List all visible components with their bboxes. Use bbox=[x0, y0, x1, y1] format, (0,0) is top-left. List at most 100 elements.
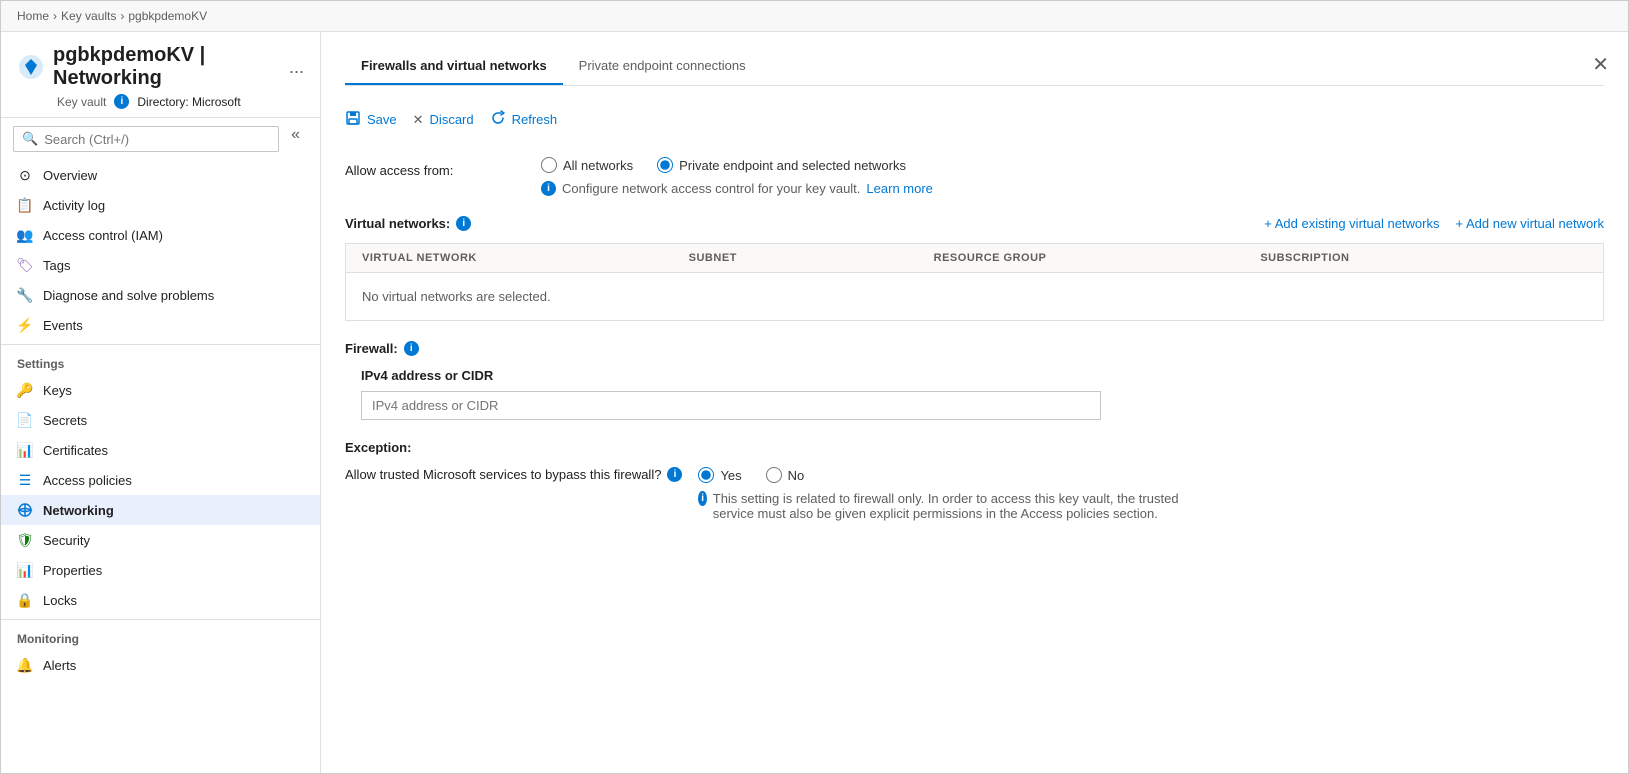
tab-bar: Firewalls and virtual networks Private e… bbox=[345, 48, 1604, 86]
discard-button[interactable]: ✕ Discard bbox=[413, 108, 474, 132]
save-button[interactable]: Save bbox=[345, 106, 397, 133]
add-new-vnet-link[interactable]: + Add new virtual network bbox=[1456, 216, 1605, 231]
exception-question-text: Allow trusted Microsoft services to bypa… bbox=[345, 467, 661, 482]
breadcrumb-keyvaults[interactable]: Key vaults bbox=[61, 9, 116, 23]
keys-icon: 🔑 bbox=[17, 382, 33, 398]
access-control-icon: 👥 bbox=[17, 227, 33, 243]
exception-note-icon: i bbox=[698, 491, 706, 506]
sidebar-item-label: Security bbox=[43, 533, 90, 548]
tab-firewalls[interactable]: Firewalls and virtual networks bbox=[345, 48, 563, 85]
resource-name: pgbkpdemoKV | Networking bbox=[53, 44, 281, 90]
sidebar-item-access-control[interactable]: 👥 Access control (IAM) bbox=[1, 220, 320, 250]
all-networks-radio[interactable] bbox=[541, 157, 557, 173]
settings-section-label: Settings bbox=[1, 344, 320, 375]
breadcrumb-resource[interactable]: pgbkpdemoKV bbox=[128, 9, 207, 23]
diagnose-icon: 🔧 bbox=[17, 287, 33, 303]
alerts-icon: 🔔 bbox=[17, 657, 33, 673]
private-selected-option[interactable]: Private endpoint and selected networks bbox=[657, 157, 906, 173]
ipv4-label: IPv4 address or CIDR bbox=[361, 368, 1604, 383]
sidebar-item-label: Certificates bbox=[43, 443, 108, 458]
toolbar: Save ✕ Discard Refresh bbox=[345, 106, 1604, 133]
properties-icon: 📊 bbox=[17, 562, 33, 578]
close-button[interactable]: ✕ bbox=[1592, 52, 1609, 77]
virtual-networks-section: Virtual networks: i + Add existing virtu… bbox=[345, 216, 1604, 231]
sidebar-item-label: Overview bbox=[43, 168, 97, 183]
sidebar-item-activity-log[interactable]: 📋 Activity log bbox=[1, 190, 320, 220]
save-icon bbox=[345, 110, 361, 129]
sidebar-item-tags[interactable]: 🏷 Tags bbox=[1, 250, 320, 280]
collapse-sidebar-button[interactable]: « bbox=[283, 122, 308, 148]
sidebar-item-certificates[interactable]: 📊 Certificates bbox=[1, 435, 320, 465]
sidebar-item-diagnose[interactable]: 🔧 Diagnose and solve problems bbox=[1, 280, 320, 310]
secrets-icon: 📄 bbox=[17, 412, 33, 428]
sidebar-item-label: Tags bbox=[43, 258, 70, 273]
vnet-info-icon[interactable]: i bbox=[456, 216, 471, 231]
access-info-icon: i bbox=[541, 181, 556, 196]
refresh-icon bbox=[490, 110, 506, 129]
breadcrumb-home[interactable]: Home bbox=[17, 9, 49, 23]
exception-info-text: This setting is related to firewall only… bbox=[713, 491, 1219, 521]
firewall-info-icon[interactable]: i bbox=[404, 341, 419, 356]
resource-type-label: Key vault bbox=[57, 95, 106, 109]
sidebar-item-label: Networking bbox=[43, 503, 114, 518]
exception-yes-label: Yes bbox=[720, 468, 741, 483]
sidebar-item-alerts[interactable]: 🔔 Alerts bbox=[1, 650, 320, 680]
exception-no-radio[interactable] bbox=[766, 467, 782, 483]
sidebar-item-secrets[interactable]: 📄 Secrets bbox=[1, 405, 320, 435]
activity-log-icon: 📋 bbox=[17, 197, 33, 213]
sidebar-item-networking[interactable]: Networking bbox=[1, 495, 320, 525]
sidebar-item-label: Locks bbox=[43, 593, 77, 608]
virtual-networks-label: Virtual networks: bbox=[345, 216, 450, 231]
sidebar-item-properties[interactable]: 📊 Properties bbox=[1, 555, 320, 585]
col-resource-group: RESOURCE GROUP bbox=[934, 252, 1261, 264]
firewall-label: Firewall: bbox=[345, 341, 398, 356]
table-empty-message: No virtual networks are selected. bbox=[346, 273, 1603, 320]
add-existing-vnet-link[interactable]: + Add existing virtual networks bbox=[1264, 216, 1439, 231]
tab-private-endpoints[interactable]: Private endpoint connections bbox=[563, 48, 762, 85]
sidebar: pgbkpdemoKV | Networking ... Key vault i… bbox=[1, 32, 321, 773]
security-icon: 🛡 bbox=[17, 532, 33, 548]
events-icon: ⚡ bbox=[17, 317, 33, 333]
exception-section: Exception: Allow trusted Microsoft servi… bbox=[345, 440, 1604, 521]
sidebar-header: pgbkpdemoKV | Networking ... Key vault i… bbox=[1, 32, 320, 118]
private-selected-radio[interactable] bbox=[657, 157, 673, 173]
sidebar-item-label: Keys bbox=[43, 383, 72, 398]
all-networks-option[interactable]: All networks bbox=[541, 157, 633, 173]
search-input[interactable] bbox=[44, 132, 270, 147]
refresh-button[interactable]: Refresh bbox=[490, 106, 558, 133]
sidebar-item-events[interactable]: ⚡ Events bbox=[1, 310, 320, 340]
exception-yes-option[interactable]: Yes bbox=[698, 467, 741, 483]
sidebar-item-locks[interactable]: 🔒 Locks bbox=[1, 585, 320, 615]
learn-more-link[interactable]: Learn more bbox=[866, 181, 932, 196]
exception-no-option[interactable]: No bbox=[766, 467, 805, 483]
sidebar-item-overview[interactable]: ⊙ Overview bbox=[1, 160, 320, 190]
overview-icon: ⊙ bbox=[17, 167, 33, 183]
exception-yes-radio[interactable] bbox=[698, 467, 714, 483]
sidebar-item-keys[interactable]: 🔑 Keys bbox=[1, 375, 320, 405]
col-virtual-network: VIRTUAL NETWORK bbox=[362, 252, 689, 264]
directory-label: Directory: Microsoft bbox=[137, 95, 240, 109]
sidebar-item-label: Secrets bbox=[43, 413, 87, 428]
firewall-section: Firewall: i IPv4 address or CIDR bbox=[345, 341, 1604, 420]
allow-access-label: Allow access from: bbox=[345, 157, 525, 178]
search-icon: 🔍 bbox=[22, 131, 38, 147]
sidebar-item-label: Activity log bbox=[43, 198, 105, 213]
exception-no-label: No bbox=[788, 468, 805, 483]
sidebar-item-label: Access control (IAM) bbox=[43, 228, 163, 243]
search-box[interactable]: 🔍 bbox=[13, 126, 279, 152]
sidebar-item-access-policies[interactable]: ☰ Access policies bbox=[1, 465, 320, 495]
locks-icon: 🔒 bbox=[17, 592, 33, 608]
info-icon[interactable]: i bbox=[114, 94, 129, 109]
all-networks-label: All networks bbox=[563, 158, 633, 173]
exception-info-icon[interactable]: i bbox=[667, 467, 682, 482]
private-selected-label: Private endpoint and selected networks bbox=[679, 158, 906, 173]
more-options-icon[interactable]: ... bbox=[289, 57, 304, 78]
sidebar-item-label: Alerts bbox=[43, 658, 76, 673]
sidebar-item-security[interactable]: 🛡 Security bbox=[1, 525, 320, 555]
certificates-icon: 📊 bbox=[17, 442, 33, 458]
tags-icon: 🏷 bbox=[17, 257, 33, 273]
access-info-text: Configure network access control for you… bbox=[562, 181, 860, 196]
ipv4-input[interactable] bbox=[361, 391, 1101, 420]
sidebar-item-label: Events bbox=[43, 318, 83, 333]
sidebar-nav: ⊙ Overview 📋 Activity log 👥 Access contr… bbox=[1, 160, 320, 773]
